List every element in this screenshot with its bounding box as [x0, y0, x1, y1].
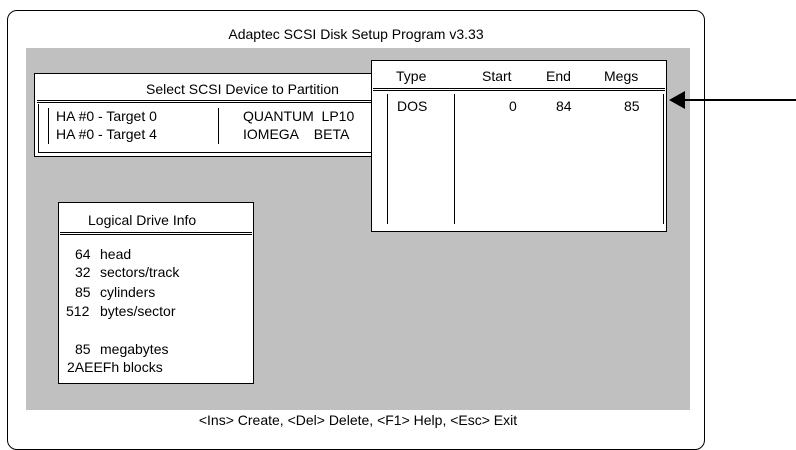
device-dialog-title: Select SCSI Device to Partition: [146, 81, 339, 97]
partition-type-col-rule: [454, 94, 455, 224]
drive-bytes-label: bytes/sector: [100, 303, 176, 319]
column-header-type: Type: [396, 68, 427, 84]
column-header-end: End: [546, 68, 571, 84]
drive-sectors-value: 32: [75, 264, 91, 280]
partition-table-dialog: [371, 60, 667, 232]
device-row-0-vendor[interactable]: QUANTUM LP10: [243, 108, 354, 124]
drive-megabytes-label: megabytes: [100, 341, 169, 357]
device-row-1-target[interactable]: HA #0 - Target 4: [56, 126, 157, 142]
device-dialog-divider-2: [37, 102, 372, 103]
partition-left-rule: [387, 94, 388, 224]
partition-right-rule: [663, 94, 664, 224]
window-title: Adaptec SCSI Disk Setup Program v3.33: [228, 26, 484, 42]
device-dialog-divider: [37, 100, 372, 101]
logical-drive-title: Logical Drive Info: [88, 212, 197, 228]
drive-cylinders-label: cylinders: [100, 284, 156, 300]
column-header-megs: Megs: [604, 68, 639, 84]
device-row-0-target[interactable]: HA #0 - Target 0: [56, 108, 157, 124]
drive-blocks: 2AEEFh blocks: [67, 359, 163, 375]
column-header-start: Start: [482, 68, 512, 84]
drive-cylinders-value: 85: [75, 284, 91, 300]
drive-sectors-label: sectors/track: [100, 264, 180, 280]
partition-row-end[interactable]: 84: [556, 98, 572, 114]
drive-heads-value: 64: [75, 246, 91, 262]
logical-drive-divider: [60, 232, 252, 233]
help-footer: <Ins> Create, <Del> Delete, <F1> Help, <…: [198, 412, 518, 428]
partition-row-start[interactable]: 0: [509, 98, 517, 114]
drive-megabytes-value: 85: [75, 341, 91, 357]
partition-row-megs[interactable]: 85: [624, 98, 640, 114]
partition-header-divider: [373, 88, 665, 89]
drive-heads-label: head: [100, 246, 132, 262]
partition-row-type[interactable]: DOS: [397, 98, 427, 114]
callout-arrow-icon: [669, 91, 685, 109]
device-row-1-vendor[interactable]: IOMEGA BETA: [243, 126, 349, 142]
drive-bytes-value: 512: [66, 303, 90, 319]
partition-header-divider-2: [373, 90, 665, 91]
logical-drive-divider-2: [60, 234, 252, 235]
callout-arrow-shaft: [680, 99, 796, 101]
